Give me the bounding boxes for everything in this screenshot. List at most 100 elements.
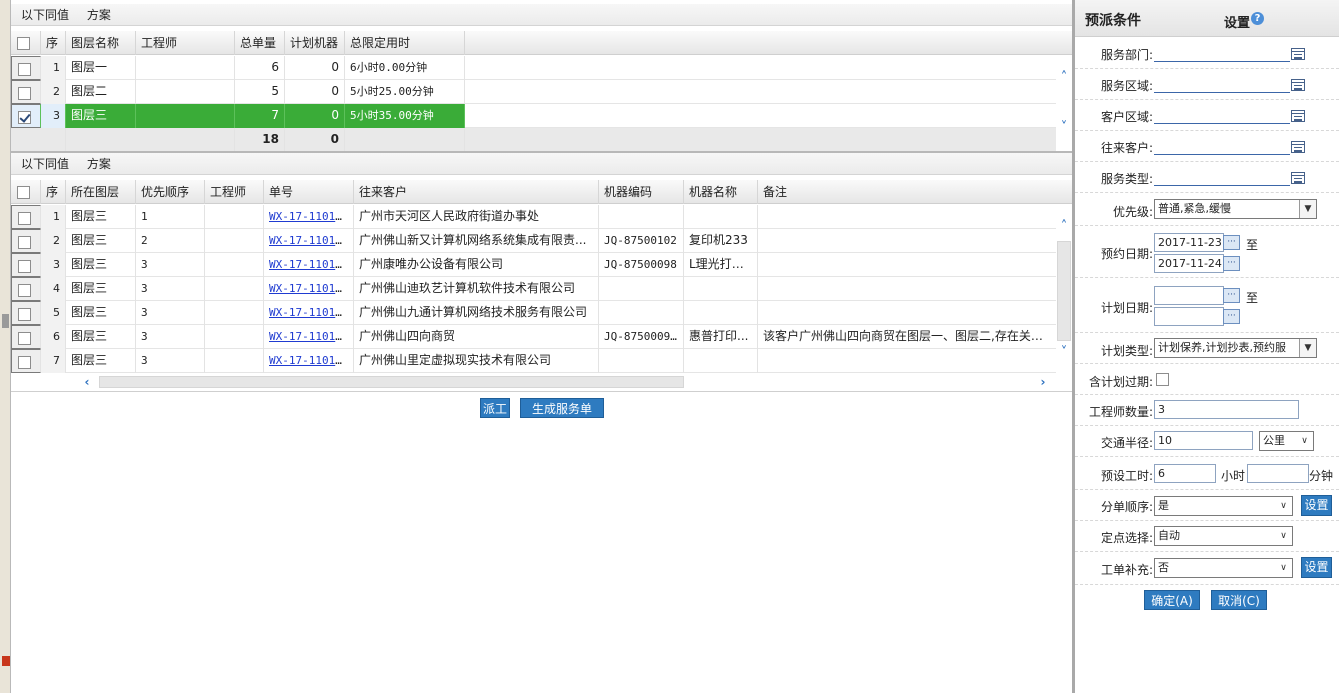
row-priority[interactable]: 1 bbox=[136, 205, 205, 229]
table-row[interactable]: 7 图层三 3 WX-17-110117 广州佛山里定虚拟现实技术有限公司 bbox=[11, 349, 1056, 373]
col-machine-name[interactable]: 机器名称 bbox=[684, 180, 758, 204]
cust-area-input[interactable] bbox=[1154, 106, 1290, 124]
col-priority[interactable]: 优先顺序 bbox=[136, 180, 205, 204]
table-row-selected[interactable]: 3 图层三 7 0 5小时35.00分钟 bbox=[11, 104, 1056, 128]
row-engineer[interactable] bbox=[205, 301, 264, 325]
order-link[interactable]: WX-17-110117 bbox=[269, 354, 348, 367]
row-engineer[interactable] bbox=[205, 325, 264, 349]
calendar-icon[interactable]: ··· bbox=[1223, 235, 1240, 250]
chevron-down-icon[interactable]: ∨ bbox=[1275, 527, 1292, 545]
plan-type-select[interactable]: 计划保养,计划抄表,预约服 ▼ bbox=[1154, 338, 1317, 358]
col-total-time[interactable]: 总限定用时 bbox=[345, 31, 465, 55]
hscroll-thumb[interactable] bbox=[99, 376, 684, 388]
order-link[interactable]: WX-17-110116 bbox=[269, 282, 348, 295]
col-engineer[interactable]: 工程师 bbox=[136, 31, 235, 55]
col-layer[interactable]: 所在图层 bbox=[66, 180, 136, 204]
col-seq[interactable]: 序 bbox=[41, 180, 66, 204]
calendar-icon[interactable]: ··· bbox=[1223, 256, 1240, 271]
chevron-down-icon[interactable]: ∨ bbox=[1275, 497, 1292, 515]
preset-hours-input[interactable]: 6 bbox=[1154, 464, 1216, 483]
row-checkbox[interactable] bbox=[18, 62, 31, 76]
bottom-scheme-button[interactable]: 方案 bbox=[87, 153, 111, 175]
row-engineer[interactable] bbox=[136, 104, 235, 128]
top-select-all[interactable] bbox=[11, 31, 41, 55]
plan-date-to-input[interactable] bbox=[1154, 307, 1224, 326]
split-order-select[interactable]: 是 ∨ bbox=[1154, 496, 1293, 516]
scroll-left-icon[interactable]: ‹ bbox=[79, 374, 95, 390]
area-input[interactable] bbox=[1154, 75, 1290, 93]
col-engineer[interactable]: 工程师 bbox=[205, 180, 264, 204]
table-row[interactable]: 3 图层三 3 WX-17-110102 广州康唯办公设备有限公司 JQ-875… bbox=[11, 253, 1056, 277]
row-checkbox[interactable] bbox=[18, 86, 31, 100]
chevron-down-icon[interactable]: ∨ bbox=[1296, 432, 1313, 450]
table-row[interactable]: 2 图层二 5 0 5小时25.00分钟 bbox=[11, 80, 1056, 104]
vscroll-thumb[interactable] bbox=[1057, 241, 1071, 341]
top-grid-vscroll[interactable]: ˄ ˅ bbox=[1056, 56, 1072, 152]
order-link[interactable]: WX-17-110105 bbox=[269, 330, 348, 343]
service-type-input[interactable] bbox=[1154, 168, 1290, 186]
chevron-down-icon[interactable]: ▼ bbox=[1299, 200, 1316, 218]
split-order-settings-button[interactable]: 设置 bbox=[1301, 495, 1332, 516]
cust-area-picker-icon[interactable] bbox=[1291, 110, 1305, 122]
scroll-down-icon[interactable]: ˅ bbox=[1056, 345, 1072, 361]
bottom-grid-hscroll[interactable]: ‹ › bbox=[77, 374, 1056, 390]
supplement-settings-button[interactable]: 设置 bbox=[1301, 557, 1332, 578]
row-priority[interactable]: 2 bbox=[136, 229, 205, 253]
priority-select[interactable]: 普通,紧急,缓慢 ▼ bbox=[1154, 199, 1317, 219]
row-checkbox[interactable] bbox=[18, 211, 31, 225]
table-row[interactable]: 1 图层一 6 0 6小时0.00分钟 bbox=[11, 56, 1056, 80]
chevron-down-icon[interactable]: ∨ bbox=[1275, 559, 1292, 577]
service-type-picker-icon[interactable] bbox=[1291, 172, 1305, 184]
bottom-same-value-button[interactable]: 以下同值 bbox=[21, 153, 69, 175]
chevron-down-icon[interactable]: ▼ bbox=[1299, 339, 1316, 357]
row-priority[interactable]: 3 bbox=[136, 325, 205, 349]
order-link[interactable]: WX-17-110102 bbox=[269, 258, 348, 271]
panel-settings-link[interactable]: 设置? bbox=[1224, 12, 1265, 31]
row-priority[interactable]: 3 bbox=[136, 349, 205, 373]
col-customer[interactable]: 往来客户 bbox=[354, 180, 599, 204]
area-picker-icon[interactable] bbox=[1291, 79, 1305, 91]
row-checkbox[interactable] bbox=[18, 283, 31, 297]
preset-minutes-input[interactable] bbox=[1247, 464, 1309, 483]
dispatch-button[interactable]: 派工 bbox=[480, 398, 510, 418]
col-planned-machines[interactable]: 计划机器 bbox=[285, 31, 345, 55]
col-total-orders[interactable]: 总单量 bbox=[235, 31, 285, 55]
select-all-checkbox[interactable] bbox=[17, 37, 30, 50]
row-checkbox[interactable] bbox=[18, 259, 31, 273]
include-expired-checkbox[interactable] bbox=[1156, 373, 1169, 386]
row-priority[interactable]: 3 bbox=[136, 301, 205, 325]
map-expand-handle[interactable] bbox=[2, 314, 9, 328]
table-row[interactable]: 5 图层三 3 WX-17-110115 广州佛山九通计算机网络技术服务有限公司 bbox=[11, 301, 1056, 325]
row-engineer[interactable] bbox=[205, 277, 264, 301]
row-checkbox[interactable] bbox=[18, 235, 31, 249]
order-link[interactable]: WX-17-110110 bbox=[269, 210, 348, 223]
scroll-down-icon[interactable]: ˅ bbox=[1056, 120, 1072, 136]
table-row[interactable]: 2 图层三 2 WX-17-110104 广州佛山新又计算机网络系统集成有限责.… bbox=[11, 229, 1056, 253]
row-engineer[interactable] bbox=[205, 205, 264, 229]
help-icon[interactable]: ? bbox=[1251, 12, 1265, 25]
dept-input[interactable] bbox=[1154, 44, 1290, 62]
col-order-no[interactable]: 单号 bbox=[264, 180, 354, 204]
row-engineer[interactable] bbox=[205, 253, 264, 277]
customer-input[interactable] bbox=[1154, 137, 1290, 155]
row-checkbox[interactable] bbox=[18, 331, 31, 345]
row-checkbox[interactable] bbox=[18, 307, 31, 321]
row-engineer[interactable] bbox=[205, 349, 264, 373]
bottom-grid-vscroll[interactable]: ˄ ˅ bbox=[1056, 205, 1072, 373]
appt-date-from-input[interactable]: 2017-11-23 bbox=[1154, 233, 1224, 252]
appt-date-to-input[interactable]: 2017-11-24 bbox=[1154, 254, 1224, 273]
scroll-right-icon[interactable]: › bbox=[1035, 374, 1051, 390]
order-link[interactable]: WX-17-110104 bbox=[269, 234, 348, 247]
col-seq[interactable]: 序 bbox=[41, 31, 66, 55]
customer-picker-icon[interactable] bbox=[1291, 141, 1305, 153]
plan-date-from-input[interactable] bbox=[1154, 286, 1224, 305]
generate-service-order-button[interactable]: 生成服务单 bbox=[520, 398, 604, 418]
select-all-checkbox[interactable] bbox=[17, 186, 30, 199]
row-engineer[interactable] bbox=[136, 56, 235, 80]
dept-picker-icon[interactable] bbox=[1291, 48, 1305, 60]
table-row[interactable]: 1 图层三 1 WX-17-110110 广州市天河区人民政府街道办事处 bbox=[11, 205, 1056, 229]
row-checkbox[interactable] bbox=[18, 355, 31, 369]
col-layer-name[interactable]: 图层名称 bbox=[66, 31, 136, 55]
row-priority[interactable]: 3 bbox=[136, 277, 205, 301]
calendar-icon[interactable]: ··· bbox=[1223, 309, 1240, 324]
